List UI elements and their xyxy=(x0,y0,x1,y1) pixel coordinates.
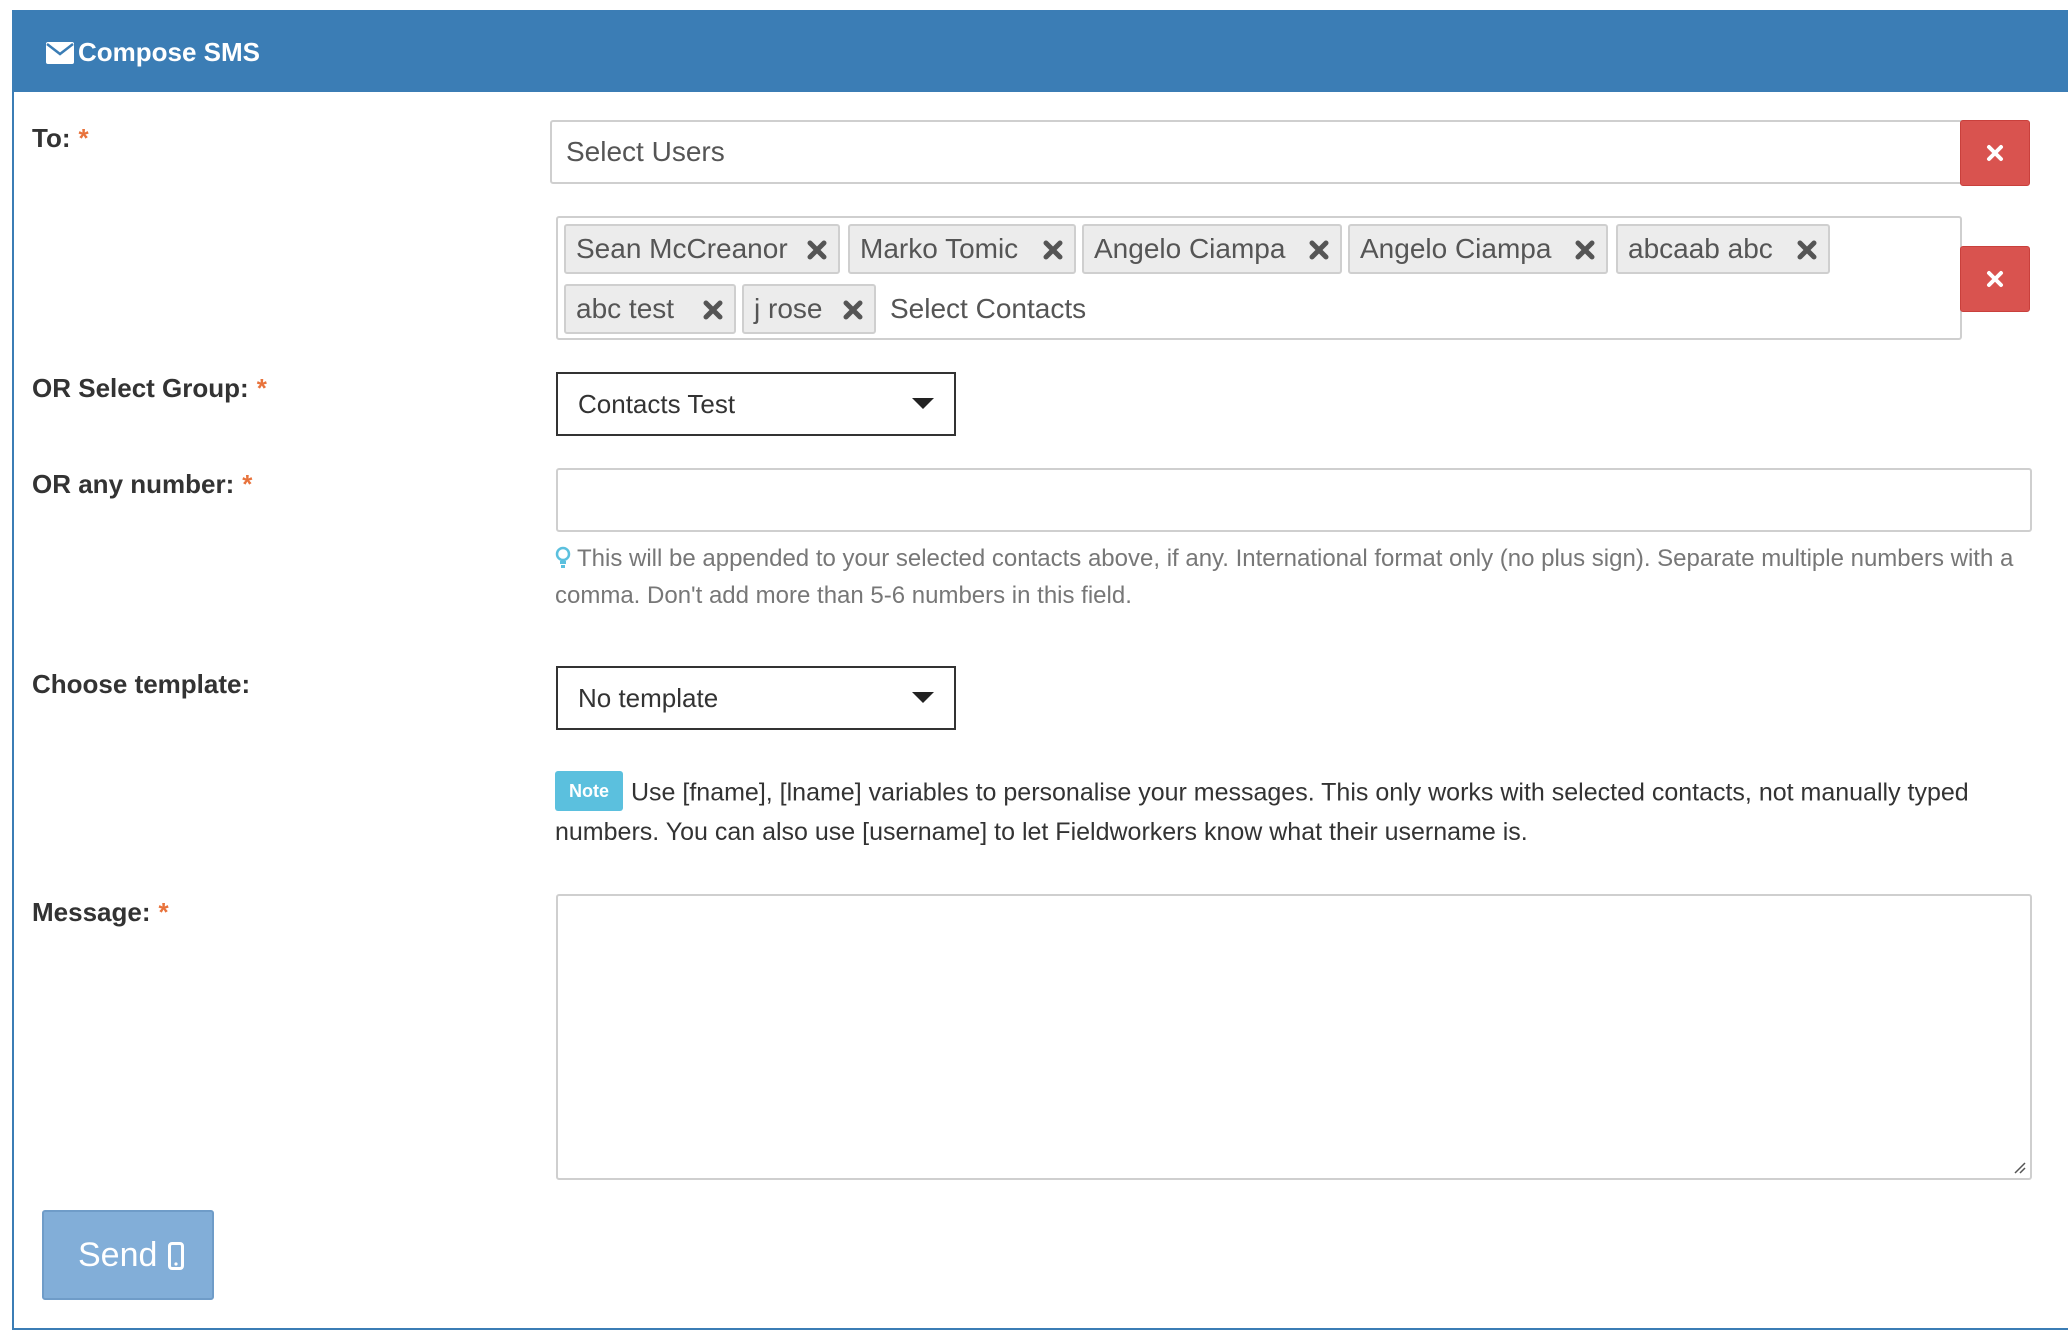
message-textarea[interactable] xyxy=(556,894,2032,1180)
to-label: To: * xyxy=(32,122,89,154)
mobile-phone-icon xyxy=(168,1242,184,1270)
envelope-icon xyxy=(46,42,74,64)
any-number-help: This will be appended to your selected c… xyxy=(555,540,2035,614)
contact-tag-label: Sean McCreanor xyxy=(576,233,788,264)
remove-contact-icon[interactable] xyxy=(806,239,828,261)
note-badge: Note xyxy=(555,771,623,811)
any-number-label-text: OR any number: xyxy=(32,469,235,499)
remove-contact-icon[interactable] xyxy=(1308,239,1330,261)
template-label: Choose template: xyxy=(32,668,250,700)
close-icon xyxy=(1987,145,2003,161)
send-button-label: Send xyxy=(78,1236,158,1274)
template-select[interactable]: No template xyxy=(556,666,956,730)
group-label-text: OR Select Group: xyxy=(32,373,249,403)
remove-contact-icon[interactable] xyxy=(842,299,864,321)
note-paragraph: Note Use [fname], [lname] variables to pe… xyxy=(555,771,2045,851)
contact-tag: Angelo Ciampa xyxy=(1348,224,1608,274)
contact-tag-label: abc test xyxy=(576,293,675,324)
required-mark: * xyxy=(78,123,89,153)
close-icon xyxy=(1987,271,2003,287)
any-number-help-text: This will be appended to your selected c… xyxy=(555,545,2014,609)
contact-tag: Marko Tomic xyxy=(848,224,1076,274)
select-contacts-placeholder: Select Contacts xyxy=(890,293,1087,324)
any-number-label: OR any number: * xyxy=(32,468,252,500)
contact-tag-label: Angelo Ciampa xyxy=(1360,233,1552,264)
contact-tag-label: Angelo Ciampa xyxy=(1094,233,1286,264)
contact-tag: abc test xyxy=(564,284,736,334)
remove-contact-icon[interactable] xyxy=(1574,239,1596,261)
contact-tag-label: j rose xyxy=(754,293,823,324)
any-number-input[interactable] xyxy=(556,468,2032,532)
resize-handle-icon[interactable] xyxy=(2010,1158,2026,1174)
select-users-input[interactable]: Select Users xyxy=(550,120,1984,184)
required-mark: * xyxy=(158,897,169,927)
group-label: OR Select Group: * xyxy=(32,372,267,404)
to-label-text: To: xyxy=(32,123,71,153)
panel-title: Compose SMS xyxy=(78,37,261,67)
note-text: Use [fname], [lname] variables to person… xyxy=(555,778,1969,846)
group-selected-value: Contacts Test xyxy=(578,389,736,419)
message-label: Message: * xyxy=(32,896,169,928)
panel-heading: Compose SMS xyxy=(14,12,2068,92)
required-mark: * xyxy=(242,469,253,499)
chevron-down-icon xyxy=(912,692,934,703)
group-select[interactable]: Contacts Test xyxy=(556,372,956,436)
send-button[interactable]: Send xyxy=(42,1210,214,1300)
required-mark: * xyxy=(256,373,267,403)
remove-contact-icon[interactable] xyxy=(1796,239,1818,261)
contact-tag: Sean McCreanor xyxy=(564,224,840,274)
clear-contacts-button[interactable] xyxy=(1960,246,2030,312)
contact-tag: abcaab abc xyxy=(1616,224,1830,274)
contact-tag: j rose xyxy=(742,284,876,334)
contact-tag: Angelo Ciampa xyxy=(1082,224,1342,274)
template-selected-value: No template xyxy=(578,683,719,713)
contact-tag-label: abcaab abc xyxy=(1628,233,1773,264)
template-label-text: Choose template: xyxy=(32,669,251,699)
remove-contact-icon[interactable] xyxy=(702,299,724,321)
contact-tag-label: Marko Tomic xyxy=(860,233,1019,264)
clear-users-button[interactable] xyxy=(1960,120,2030,186)
remove-contact-icon[interactable] xyxy=(1042,239,1064,261)
select-users-placeholder: Select Users xyxy=(566,136,725,167)
message-label-text: Message: xyxy=(32,897,151,927)
select-contacts-input[interactable]: Sean McCreanor Marko Tomic Angelo Ciampa… xyxy=(556,216,1962,340)
chevron-down-icon xyxy=(912,398,934,409)
lightbulb-icon xyxy=(555,546,571,568)
